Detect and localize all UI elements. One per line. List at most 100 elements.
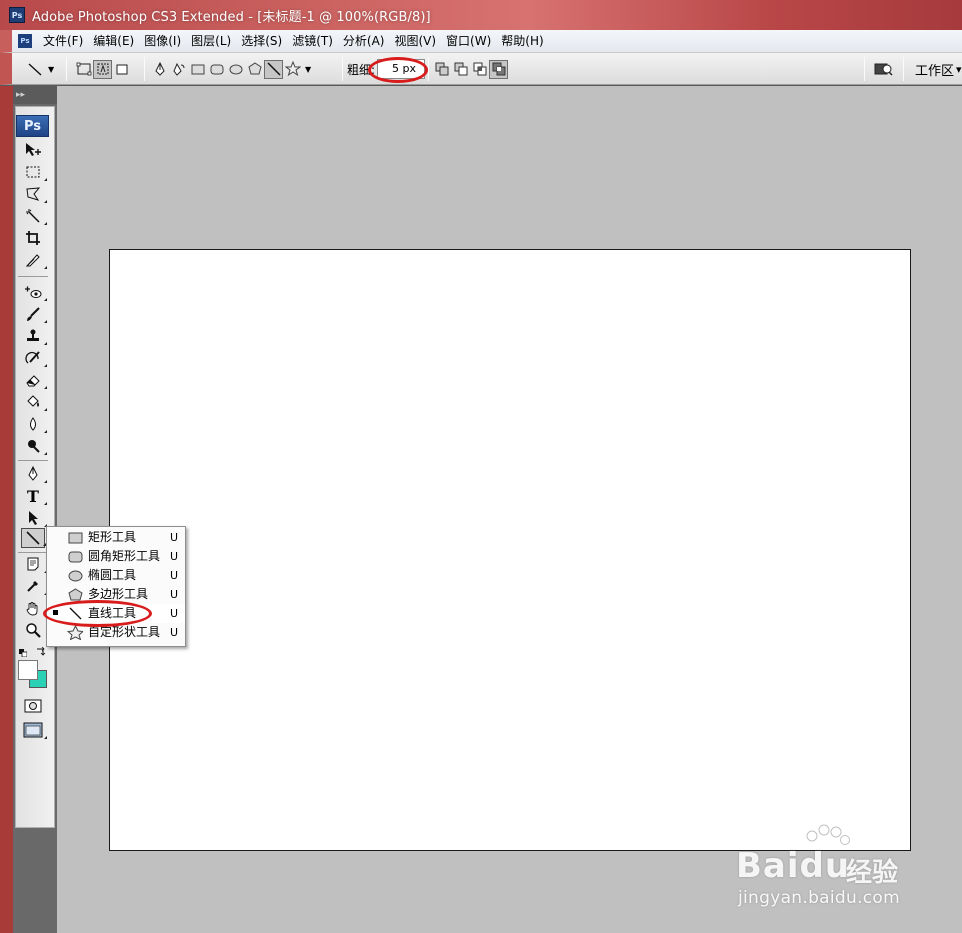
slice-knife-icon bbox=[25, 254, 40, 267]
menu-filter[interactable]: 滤镜(T) bbox=[287, 30, 338, 52]
menu-view[interactable]: 视图(V) bbox=[389, 30, 441, 52]
photoshop-app-icon: Ps bbox=[9, 7, 25, 23]
paint-bucket-tool[interactable] bbox=[21, 392, 47, 412]
rectangle-tool-icon[interactable] bbox=[188, 60, 207, 79]
polygon-tool-icon[interactable] bbox=[245, 60, 264, 79]
flyout-item-label: 多边形工具 bbox=[88, 587, 149, 601]
swap-colors-icon[interactable] bbox=[36, 645, 46, 656]
pen-tool[interactable] bbox=[21, 464, 47, 484]
line-tool[interactable] bbox=[21, 528, 46, 548]
fill-pixels-icon[interactable] bbox=[112, 60, 131, 79]
workspace-menu[interactable]: 工作区 ▾ bbox=[915, 53, 962, 85]
crop-icon bbox=[26, 231, 40, 245]
menu-select[interactable]: 选择(S) bbox=[236, 30, 287, 52]
dodge-icon bbox=[28, 440, 40, 453]
window-edge bbox=[0, 86, 13, 933]
menu-analysis[interactable]: 分析(A) bbox=[338, 30, 390, 52]
move-tool[interactable] bbox=[21, 140, 45, 160]
hand-icon bbox=[26, 602, 38, 616]
hand-tool[interactable] bbox=[21, 598, 45, 618]
polygonal-lasso-icon bbox=[26, 187, 41, 201]
pen-tool-icon[interactable] bbox=[150, 60, 169, 79]
ellipse-tool-icon[interactable] bbox=[226, 60, 245, 79]
eyedropper-tool[interactable] bbox=[21, 576, 47, 596]
pen-icon bbox=[28, 466, 38, 481]
eraser-icon bbox=[26, 375, 40, 387]
ps-logo[interactable]: Ps bbox=[16, 115, 49, 137]
flyout-item-label: 矩形工具 bbox=[88, 530, 137, 544]
chevron-down-icon[interactable]: ▼ bbox=[305, 65, 311, 74]
quick-mask-icon bbox=[24, 699, 42, 713]
blur-tool[interactable] bbox=[21, 414, 47, 434]
line-icon bbox=[67, 606, 83, 621]
intersect-shape-areas-icon[interactable] bbox=[470, 60, 489, 79]
clone-stamp-tool[interactable] bbox=[21, 326, 47, 346]
weight-input[interactable]: 5 px bbox=[377, 59, 426, 79]
marquee-tool[interactable] bbox=[21, 162, 47, 182]
rounded-rectangle-icon bbox=[67, 549, 83, 564]
type-tool[interactable]: T bbox=[21, 486, 47, 506]
paint-bucket-icon bbox=[27, 395, 39, 407]
custom-shape-tool-icon[interactable] bbox=[283, 60, 302, 79]
history-brush-icon bbox=[25, 351, 40, 364]
window-title: Adobe Photoshop CS3 Extended - [未标题-1 @ … bbox=[32, 9, 431, 25]
history-brush-tool[interactable] bbox=[21, 348, 47, 368]
toolbox-panel: ▸▸ Ps T bbox=[13, 86, 57, 933]
shape-mode-group bbox=[74, 53, 131, 85]
path-operations-group bbox=[432, 53, 508, 85]
document-canvas[interactable] bbox=[109, 249, 911, 851]
toolbox-grip[interactable]: ▸▸ bbox=[13, 86, 57, 104]
document-ps-icon[interactable]: Ps bbox=[18, 34, 32, 48]
menu-file[interactable]: 文件(F) bbox=[38, 30, 88, 52]
tool-preset-picker[interactable]: ▼ bbox=[25, 53, 54, 85]
custom-shape-icon bbox=[67, 625, 83, 640]
shape-layers-icon[interactable] bbox=[74, 60, 93, 79]
eraser-tool[interactable] bbox=[21, 370, 47, 390]
menu-image[interactable]: 图像(I) bbox=[139, 30, 186, 52]
dodge-tool[interactable] bbox=[21, 436, 47, 456]
options-bar: ▼ ▼ 粗细: 5 px 工作区 ▾ bbox=[0, 52, 962, 85]
magic-wand-tool[interactable] bbox=[21, 206, 47, 226]
zoom-tool[interactable] bbox=[21, 620, 45, 640]
crop-tool[interactable] bbox=[21, 228, 45, 248]
screen-mode-icon bbox=[23, 722, 43, 738]
bridge-button[interactable] bbox=[872, 53, 894, 85]
ellipse-icon bbox=[67, 568, 83, 583]
flyout-item-rectangle-tool[interactable]: 矩形工具 U bbox=[47, 528, 185, 547]
freeform-pen-icon[interactable] bbox=[169, 60, 188, 79]
screen-mode-button[interactable] bbox=[21, 720, 47, 740]
paths-icon[interactable] bbox=[93, 59, 112, 79]
flyout-item-custom-shape-tool[interactable]: 自定形状工具 U bbox=[47, 623, 185, 642]
foreground-color-swatch[interactable] bbox=[18, 660, 38, 680]
flyout-shortcut: U bbox=[170, 626, 179, 639]
flyout-item-line-tool[interactable]: 直线工具 U bbox=[47, 604, 185, 623]
default-colors-icon[interactable] bbox=[19, 646, 28, 658]
menu-help[interactable]: 帮助(H) bbox=[496, 30, 548, 52]
slice-tool[interactable] bbox=[21, 250, 47, 270]
weight-label: 粗细: bbox=[347, 62, 376, 77]
spot-healing-icon bbox=[25, 286, 42, 298]
menu-layer[interactable]: 图层(L) bbox=[186, 30, 236, 52]
flyout-item-ellipse-tool[interactable]: 椭圆工具 U bbox=[47, 566, 185, 585]
menu-edit[interactable]: 编辑(E) bbox=[88, 30, 139, 52]
add-to-shape-area-icon[interactable] bbox=[432, 60, 451, 79]
healing-brush-tool[interactable] bbox=[21, 282, 47, 302]
subtract-from-shape-area-icon[interactable] bbox=[451, 60, 470, 79]
line-tool-icon[interactable] bbox=[264, 59, 283, 79]
lasso-tool[interactable] bbox=[21, 184, 47, 204]
brush-tool[interactable] bbox=[21, 304, 47, 324]
menu-window[interactable]: 窗口(W) bbox=[441, 30, 496, 52]
rectangular-marquee-icon bbox=[26, 166, 40, 178]
flyout-item-rounded-rectangle-tool[interactable]: 圆角矩形工具 U bbox=[47, 547, 185, 566]
notes-tool[interactable] bbox=[21, 554, 47, 574]
path-selection-tool[interactable] bbox=[21, 508, 47, 528]
flyout-item-polygon-tool[interactable]: 多边形工具 U bbox=[47, 585, 185, 604]
rounded-rectangle-tool-icon[interactable] bbox=[207, 60, 226, 79]
quick-mask-button[interactable] bbox=[21, 696, 45, 716]
chevron-down-icon: ▾ bbox=[956, 62, 962, 76]
stamp-icon bbox=[27, 329, 39, 341]
exclude-overlapping-icon[interactable] bbox=[489, 59, 508, 79]
eyedropper-icon bbox=[27, 581, 38, 592]
magic-wand-icon bbox=[26, 209, 40, 223]
bridge-icon bbox=[872, 60, 894, 79]
